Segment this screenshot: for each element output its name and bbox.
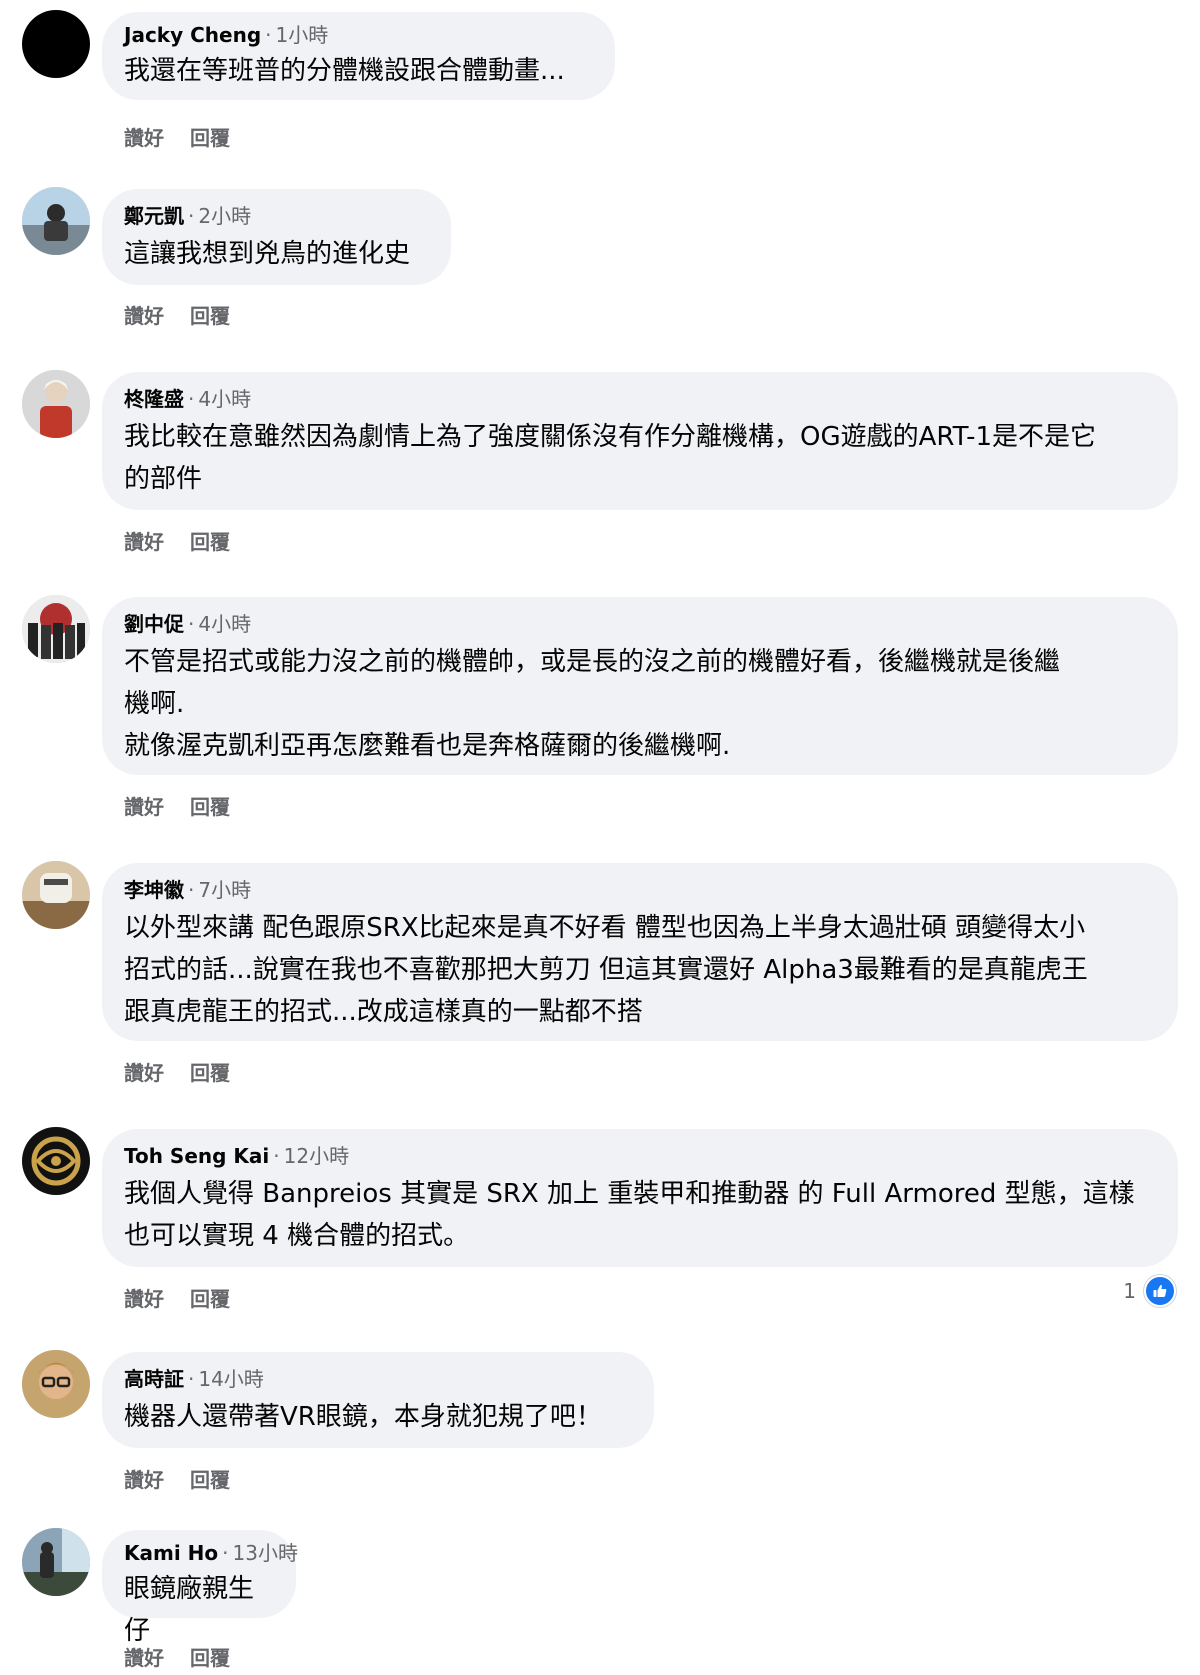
comment-text: 這讓我想到兇鳥的進化史 [124, 239, 411, 269]
timestamp[interactable]: 1小時 [276, 23, 329, 47]
like-button[interactable]: 讚好 [124, 1061, 164, 1085]
comment-actions: 讚好 回覆 [124, 1057, 256, 1086]
avatar-image [22, 1127, 90, 1195]
comment-bubble: 柊隆盛 · 4小時 我比較在意雖然因為劇情上為了強度關係沒有作分離機構，OG遊戲的A… [102, 372, 1178, 510]
avatar[interactable] [22, 10, 90, 78]
author-name[interactable]: 鄭元凱 [124, 204, 184, 228]
avatar[interactable] [22, 1528, 90, 1596]
comment-text: 以外型來講 配色跟原SRX比起來是真不好看 體型也因為上半身太過壯碩 頭變得太小… [124, 913, 1088, 1027]
timestamp[interactable]: 12小時 [284, 1144, 349, 1168]
avatar[interactable] [22, 861, 90, 929]
like-button[interactable]: 讚好 [124, 530, 164, 554]
comment-bubble: Jacky Cheng · 1小時 我還在等班普的分體機設跟合體動畫... [102, 12, 615, 100]
comment-meta: Kami Ho · 13小時 [124, 1541, 298, 1565]
comment-meta: 劉中促 · 4小時 [124, 612, 252, 636]
avatar[interactable] [22, 370, 90, 438]
comment-meta: 鄭元凱 · 2小時 [124, 204, 252, 228]
avatar[interactable] [22, 595, 90, 663]
avatar-image [22, 1350, 90, 1418]
comment-actions: 讚好 回覆 [124, 122, 256, 151]
comment-actions: 讚好 回覆 [124, 1283, 256, 1312]
comment-meta: 高時証 · 14小時 [124, 1367, 264, 1391]
comment-text: 眼鏡廠親生仔 [124, 1574, 255, 1646]
comment-meta: 李坤徽 · 7小時 [124, 878, 252, 902]
reply-button[interactable]: 回覆 [190, 795, 230, 819]
comment-meta: 柊隆盛 · 4小時 [124, 387, 252, 411]
comment-text: 我還在等班普的分體機設跟合體動畫... [124, 56, 565, 86]
avatar-image [22, 861, 90, 929]
author-name[interactable]: 李坤徽 [124, 878, 184, 902]
timestamp[interactable]: 13小時 [233, 1541, 298, 1565]
reply-button[interactable]: 回覆 [190, 304, 230, 328]
reply-button[interactable]: 回覆 [190, 1061, 230, 1085]
avatar-image [22, 187, 90, 255]
like-button[interactable]: 讚好 [124, 126, 164, 150]
reply-button[interactable]: 回覆 [190, 126, 230, 150]
reaction-summary[interactable]: 1 [1123, 1275, 1176, 1307]
avatar[interactable] [22, 1350, 90, 1418]
like-button[interactable]: 讚好 [124, 304, 164, 328]
like-button[interactable]: 讚好 [124, 1646, 164, 1670]
timestamp[interactable]: 7小時 [198, 878, 251, 902]
comment-bubble: 劉中促 · 4小時 不管是招式或能力沒之前的機體帥，或是長的沒之前的機體好看，後繼機… [102, 597, 1178, 775]
timestamp[interactable]: 14小時 [198, 1367, 263, 1391]
comment-text: 我比較在意雖然因為劇情上為了強度關係沒有作分離機構，OG遊戲的ART-1是不是它… [124, 422, 1096, 494]
avatar-image [22, 1528, 90, 1596]
avatar[interactable] [22, 1127, 90, 1195]
comment-actions: 讚好 回覆 [124, 1464, 256, 1493]
author-name[interactable]: 高時証 [124, 1367, 184, 1391]
comment-bubble: Kami Ho · 13小時 眼鏡廠親生仔 [102, 1530, 298, 1646]
avatar-image [22, 595, 90, 663]
author-name[interactable]: 柊隆盛 [124, 387, 184, 411]
author-name[interactable]: Kami Ho [124, 1541, 218, 1565]
comment-actions: 讚好 回覆 [124, 300, 256, 329]
comment-bubble: 鄭元凱 · 2小時 這讓我想到兇鳥的進化史 [102, 189, 451, 285]
comment-meta: Jacky Cheng · 1小時 [124, 23, 329, 47]
comment-meta: Toh Seng Kai · 12小時 [124, 1144, 350, 1168]
comment-actions: 讚好 回覆 [124, 526, 256, 555]
like-button[interactable]: 讚好 [124, 795, 164, 819]
comment-bubble: Toh Seng Kai · 12小時 我個人覺得 Banpreios 其實是 SR… [102, 1129, 1178, 1267]
comment-bubble: 高時証 · 14小時 機器人還帶著VR眼鏡，本身就犯規了吧！ [102, 1352, 654, 1448]
comment-text: 機器人還帶著VR眼鏡，本身就犯規了吧！ [124, 1402, 602, 1432]
like-button[interactable]: 讚好 [124, 1287, 164, 1311]
reaction-count: 1 [1123, 1279, 1136, 1303]
reply-button[interactable]: 回覆 [190, 1646, 230, 1670]
reply-button[interactable]: 回覆 [190, 530, 230, 554]
timestamp[interactable]: 4小時 [198, 612, 251, 636]
author-name[interactable]: 劉中促 [124, 612, 184, 636]
comment-text: 我個人覺得 Banpreios 其實是 SRX 加上 重裝甲和推動器 的 Ful… [124, 1179, 1135, 1251]
comment-bubble: 李坤徽 · 7小時 以外型來講 配色跟原SRX比起來是真不好看 體型也因為上半身太過… [102, 863, 1178, 1041]
timestamp[interactable]: 4小時 [198, 387, 251, 411]
comment-actions: 讚好 回覆 [124, 1642, 256, 1671]
timestamp[interactable]: 2小時 [198, 204, 251, 228]
author-name[interactable]: Toh Seng Kai [124, 1144, 269, 1168]
comment-actions: 讚好 回覆 [124, 791, 256, 820]
reply-button[interactable]: 回覆 [190, 1287, 230, 1311]
thumbs-up-icon [1144, 1275, 1176, 1307]
like-button[interactable]: 讚好 [124, 1468, 164, 1492]
comment-text: 不管是招式或能力沒之前的機體帥，或是長的沒之前的機體好看，後繼機就是後繼 機啊.… [124, 647, 1061, 761]
avatar[interactable] [22, 187, 90, 255]
reply-button[interactable]: 回覆 [190, 1468, 230, 1492]
author-name[interactable]: Jacky Cheng [124, 23, 261, 47]
avatar-image [22, 370, 90, 438]
